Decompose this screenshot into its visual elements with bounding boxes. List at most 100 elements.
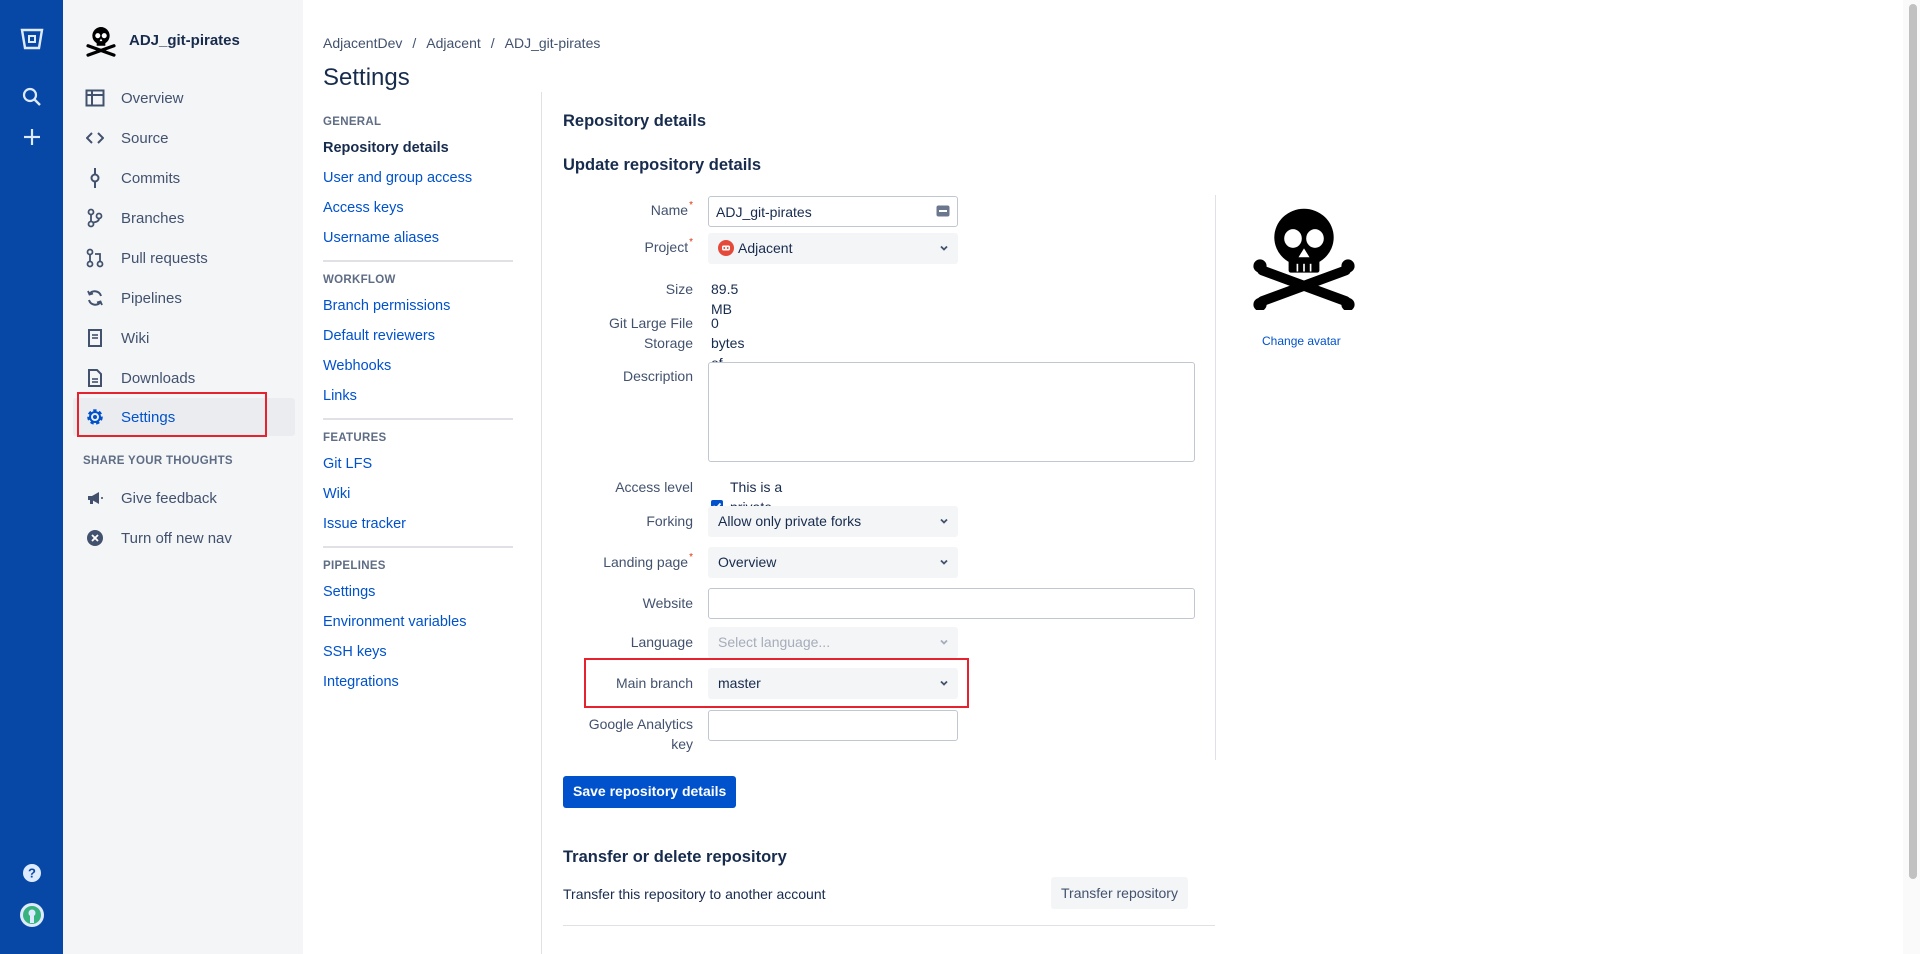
subnav-user-group-access[interactable]: User and group access — [323, 168, 523, 198]
subnav-issue-tracker[interactable]: Issue tracker — [323, 514, 523, 544]
keyboard-icon — [936, 204, 950, 220]
subnav-pipelines-settings[interactable]: Settings — [323, 582, 523, 612]
subnav-wiki[interactable]: Wiki — [323, 484, 523, 514]
give-feedback-link[interactable]: Give feedback — [73, 479, 295, 517]
sidebar-item-pipelines[interactable]: Pipelines — [73, 279, 295, 317]
subnav-ssh-keys[interactable]: SSH keys — [323, 642, 523, 672]
main-branch-highlight-box — [584, 658, 969, 708]
access-level-label: Access level — [615, 479, 693, 495]
subnav-git-lfs[interactable]: Git LFS — [323, 454, 523, 484]
repo-name: ADJ_git-pirates — [129, 31, 240, 49]
subnav-default-reviewers[interactable]: Default reviewers — [323, 326, 523, 356]
page-title: Settings — [323, 64, 410, 91]
sidebar-item-commits[interactable]: Commits — [73, 159, 295, 197]
landing-page-select-value: Overview — [718, 554, 777, 570]
subnav-divider-vertical — [541, 92, 542, 954]
required-marker: * — [689, 237, 693, 248]
project-label-text: Project — [644, 239, 689, 255]
give-feedback-label: Give feedback — [121, 489, 217, 507]
section-title: Repository details — [563, 112, 707, 130]
breadcrumb-separator: / — [490, 35, 495, 51]
sidebar-item-label: Branches — [121, 209, 185, 227]
breadcrumb: AdjacentDev / Adjacent / ADJ_git-pirates — [323, 35, 600, 51]
sidebar-item-label: Downloads — [121, 369, 196, 387]
page-scrollbar[interactable] — [1903, 0, 1920, 954]
turn-off-new-nav-link[interactable]: Turn off new nav — [73, 519, 295, 557]
subnav-webhooks[interactable]: Webhooks — [323, 356, 523, 386]
description-textarea[interactable] — [708, 362, 1195, 462]
ga-label-line-1: Google Analytics — [588, 716, 693, 732]
lfs-label: Git Large File Storage — [563, 313, 693, 353]
description-label: Description — [622, 368, 693, 384]
google-analytics-input[interactable] — [708, 710, 958, 741]
subnav-integrations[interactable]: Integrations — [323, 672, 523, 702]
bitbucket-logo-icon[interactable] — [0, 26, 63, 52]
close-circle-icon — [73, 529, 117, 547]
global-nav: ? — [0, 0, 63, 954]
skull-crossbones-icon — [86, 27, 116, 57]
sidebar-item-label: Wiki — [121, 329, 150, 347]
help-icon[interactable]: ? — [0, 862, 63, 884]
subnav-repository-details[interactable]: Repository details — [323, 138, 523, 168]
transfer-section-title: Transfer or delete repository — [563, 848, 787, 866]
save-repository-details-button[interactable]: Save repository details — [563, 776, 737, 808]
sidebar-item-wiki[interactable]: Wiki — [73, 319, 295, 357]
sidebar-item-label: Pipelines — [121, 289, 182, 307]
landing-page-label: Landing page* — [563, 552, 693, 572]
language-select[interactable]: Select language... — [708, 627, 958, 658]
branch-icon — [73, 208, 117, 228]
user-avatar-icon[interactable] — [0, 902, 63, 928]
lfs-label-line-1: Git Large File — [608, 315, 693, 331]
name-input[interactable]: ADJ_git-pirates — [708, 196, 958, 227]
landing-page-select[interactable]: Overview — [708, 547, 958, 578]
size-label: Size — [665, 281, 693, 297]
required-marker: * — [689, 200, 693, 211]
transfer-repository-button[interactable]: Transfer repository — [1051, 877, 1188, 909]
subnav-heading-workflow: WORKFLOW — [323, 274, 396, 286]
pull-request-icon — [73, 248, 117, 268]
forking-label: Forking — [646, 513, 693, 529]
required-marker: * — [689, 552, 693, 563]
subsection-title: Update repository details — [563, 156, 762, 174]
sidebar-item-source[interactable]: Source — [73, 119, 295, 157]
website-input[interactable] — [708, 588, 1195, 619]
subnav-divider — [323, 260, 513, 262]
forking-select-value: Allow only private forks — [718, 513, 862, 529]
subnav-environment-variables[interactable]: Environment variables — [323, 612, 523, 642]
subnav-heading-general: GENERAL — [323, 116, 382, 128]
language-label: Language — [630, 634, 693, 650]
subnav-divider — [323, 546, 513, 548]
forking-select[interactable]: Allow only private forks — [708, 506, 958, 537]
repo-avatar-image[interactable] — [1249, 200, 1359, 313]
subnav-heading-features: FEATURES — [323, 432, 387, 444]
breadcrumb-item[interactable]: AdjacentDev — [323, 35, 402, 51]
landing-page-label-text: Landing page — [603, 554, 689, 570]
sidebar-item-label: Pull requests — [121, 249, 208, 267]
skull-crossbones-icon — [1253, 208, 1355, 312]
change-avatar-link[interactable]: Change avatar — [1262, 334, 1341, 348]
chevron-down-icon — [938, 635, 950, 651]
website-label: Website — [642, 595, 693, 611]
sidebar-item-pull-requests[interactable]: Pull requests — [73, 239, 295, 277]
subnav-links[interactable]: Links — [323, 386, 523, 416]
repo-header[interactable]: ADJ_git-pirates — [83, 22, 240, 58]
breadcrumb-item[interactable]: ADJ_git-pirates — [505, 35, 601, 51]
name-label-text: Name — [650, 202, 689, 218]
overview-icon — [73, 89, 117, 107]
transfer-description: Transfer this repository to another acco… — [563, 886, 826, 902]
breadcrumb-separator: / — [412, 35, 417, 51]
project-select[interactable]: Adjacent — [708, 233, 958, 264]
subnav-branch-permissions[interactable]: Branch permissions — [323, 296, 523, 326]
scrollbar-thumb[interactable] — [1909, 4, 1917, 879]
search-icon[interactable] — [0, 86, 63, 108]
sidebar-item-branches[interactable]: Branches — [73, 199, 295, 237]
subnav-access-keys[interactable]: Access keys — [323, 198, 523, 228]
subnav-heading-pipelines: PIPELINES — [323, 560, 386, 572]
project-sidebar: ADJ_git-pirates Overview Source Commits … — [63, 0, 303, 954]
project-label: Project* — [563, 237, 693, 257]
breadcrumb-item[interactable]: Adjacent — [426, 35, 480, 51]
subnav-username-aliases[interactable]: Username aliases — [323, 228, 523, 258]
sidebar-item-overview[interactable]: Overview — [73, 79, 295, 117]
create-plus-icon[interactable] — [0, 126, 63, 148]
chevron-down-icon — [938, 555, 950, 571]
